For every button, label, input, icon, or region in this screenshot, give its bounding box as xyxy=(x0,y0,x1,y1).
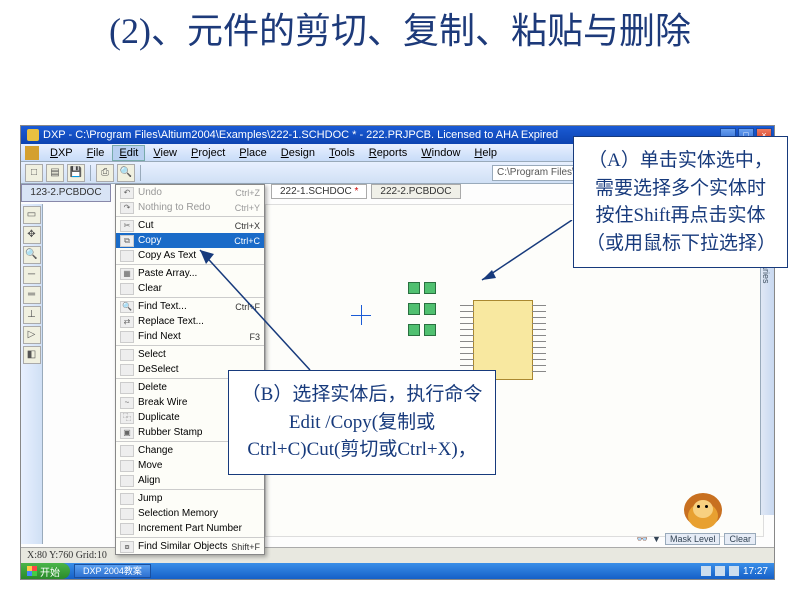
edit-menu-align[interactable]: Align xyxy=(116,473,264,488)
edit-menu-nothing-to-redo: ↷ Nothing to RedoCtrl+Y xyxy=(116,200,264,215)
app-icon xyxy=(27,129,39,141)
edit-menu-increment-part-number[interactable]: Increment Part Number xyxy=(116,521,264,536)
doc-tab-2[interactable]: 222-2.PCBDOC xyxy=(371,184,460,199)
menu-item-icon: ⿻ xyxy=(120,412,134,424)
edit-menu-selection-memory[interactable]: Selection Memory xyxy=(116,506,264,521)
callout-a: （A）单击实体选中，需要选择多个实体时按住Shift再点击实体（或用鼠标下拉选择… xyxy=(573,136,788,268)
doc-tab-1[interactable]: 222-1.SCHDOC * xyxy=(271,184,367,199)
menu-item-icon: 🔍 xyxy=(120,301,134,313)
windows-logo-icon xyxy=(27,566,37,576)
vtool-port-icon[interactable]: ▷ xyxy=(23,326,41,344)
menu-item-shortcut: Ctrl+Z xyxy=(235,188,260,198)
menu-item-icon xyxy=(120,508,134,520)
vtool-zoom-icon[interactable]: 🔍 xyxy=(23,246,41,264)
menu-item-icon: ⧇ xyxy=(120,541,134,553)
menu-item-shortcut: Ctrl+Y xyxy=(235,203,260,213)
menu-item-icon xyxy=(120,523,134,535)
tool-print-icon[interactable]: ⎙ xyxy=(96,164,114,182)
menu-item-label: Selection Memory xyxy=(138,508,260,519)
ic-chip-component[interactable]: for(let i=0;i<12;i++)document.write('<di… xyxy=(473,300,533,380)
menu-reports[interactable]: Reports xyxy=(363,146,414,160)
edit-menu-jump[interactable]: Jump xyxy=(116,491,264,506)
menu-item-icon xyxy=(120,349,134,361)
menu-item-icon xyxy=(120,250,134,262)
menu-item-icon xyxy=(120,283,134,295)
menu-project[interactable]: Project xyxy=(185,146,231,160)
tray-icon[interactable] xyxy=(715,566,725,576)
edit-menu-cut[interactable]: ✂ CutCtrl+X xyxy=(116,218,264,233)
menu-item-icon: ↶ xyxy=(120,187,134,199)
clear-button[interactable]: Clear xyxy=(724,533,756,545)
menu-item-icon: ~ xyxy=(120,397,134,409)
menu-item-icon xyxy=(120,364,134,376)
menu-item-label: Nothing to Redo xyxy=(138,202,235,213)
menu-item-icon: ⇄ xyxy=(120,316,134,328)
taskbar-item[interactable]: DXP 2004教案 xyxy=(74,564,151,578)
edit-menu-find-similar-objects[interactable]: ⧇ Find Similar ObjectsShift+F xyxy=(116,539,264,554)
mask-level-button[interactable]: Mask Level xyxy=(665,533,721,545)
menu-help[interactable]: Help xyxy=(468,146,503,160)
menu-dxp[interactable]: DXP xyxy=(44,146,79,160)
menu-item-icon: ↷ xyxy=(120,202,134,214)
tray-icon[interactable] xyxy=(729,566,739,576)
menu-item-label: Undo xyxy=(138,187,235,198)
vtool-net-icon[interactable]: ⊥ xyxy=(23,306,41,324)
menu-item-icon xyxy=(120,445,134,457)
tool-new-icon[interactable]: □ xyxy=(25,164,43,182)
menu-item-icon: ⧉ xyxy=(120,235,134,247)
clock: 17:27 xyxy=(743,566,768,577)
menu-window[interactable]: Window xyxy=(415,146,466,160)
tool-open-icon[interactable]: ▤ xyxy=(46,164,64,182)
callout-b-arrow xyxy=(190,240,330,380)
vtool-select-icon[interactable]: ▭ xyxy=(23,206,41,224)
menu-item-icon xyxy=(120,382,134,394)
window-title-text: DXP - C:\Program Files\Altium2004\Exampl… xyxy=(43,126,558,144)
windows-taskbar: 开始 DXP 2004教案 17:27 xyxy=(21,563,774,579)
menu-item-icon xyxy=(120,493,134,505)
wire-symbol[interactable] xyxy=(351,305,381,335)
menu-item-icon xyxy=(120,475,134,487)
menu-view[interactable]: View xyxy=(147,146,183,160)
project-tab[interactable]: 123-2.PCBDOC xyxy=(21,184,111,202)
slide-title: (2)、元件的剪切、复制、粘贴与删除 xyxy=(0,0,800,59)
menu-edit[interactable]: Edit xyxy=(112,145,145,161)
menu-item-icon: ✂ xyxy=(120,220,134,232)
mask-icon: 👓 xyxy=(637,534,648,545)
vtool-part-icon[interactable]: ◧ xyxy=(23,346,41,364)
menu-item-label: Duplicate xyxy=(138,412,234,423)
tool-preview-icon[interactable]: 🔍 xyxy=(117,164,135,182)
menu-design[interactable]: Design xyxy=(275,146,321,160)
menu-item-label: Align xyxy=(138,475,260,486)
gate-components[interactable] xyxy=(406,280,466,340)
vtool-bus-icon[interactable]: ═ xyxy=(23,286,41,304)
callout-b: （B）选择实体后，执行命令Edit /Copy(复制或Ctrl+C)Cut(剪切… xyxy=(228,370,496,475)
menu-place[interactable]: Place xyxy=(233,146,273,160)
start-label: 开始 xyxy=(40,564,60,579)
menu-item-label: Rubber Stamp xyxy=(138,427,234,438)
tool-save-icon[interactable]: 💾 xyxy=(67,164,85,182)
menu-item-label: Find Similar Objects xyxy=(138,541,231,552)
system-tray: 17:27 xyxy=(701,566,774,577)
menu-item-label: Cut xyxy=(138,220,235,231)
menu-item-icon xyxy=(120,460,134,472)
menu-item-label: Increment Part Number xyxy=(138,523,260,534)
callout-a-arrow xyxy=(462,220,582,300)
document-tabs: 222-1.SCHDOC * 222-2.PCBDOC xyxy=(271,184,461,199)
tray-icon[interactable] xyxy=(701,566,711,576)
start-button[interactable]: 开始 xyxy=(21,563,70,579)
edit-menu-undo: ↶ UndoCtrl+Z xyxy=(116,185,264,200)
lion-assistant-icon[interactable] xyxy=(684,493,722,531)
vtool-move-icon[interactable]: ✥ xyxy=(23,226,41,244)
menu-item-icon: ▦ xyxy=(120,268,134,280)
menu-item-icon xyxy=(120,331,134,343)
menu-tools[interactable]: Tools xyxy=(323,146,361,160)
vtool-wire-icon[interactable]: ─ xyxy=(23,266,41,284)
menu-item-shortcut: Shift+F xyxy=(231,542,260,552)
dxp-logo-icon xyxy=(25,146,39,160)
vertical-toolbar: ▭ ✥ 🔍 ─ ═ ⊥ ▷ ◧ xyxy=(21,204,43,544)
menu-item-shortcut: Ctrl+X xyxy=(235,221,260,231)
menu-item-label: Jump xyxy=(138,493,260,504)
menu-item-icon: ▣ xyxy=(120,427,134,439)
menu-file[interactable]: File xyxy=(81,146,111,160)
